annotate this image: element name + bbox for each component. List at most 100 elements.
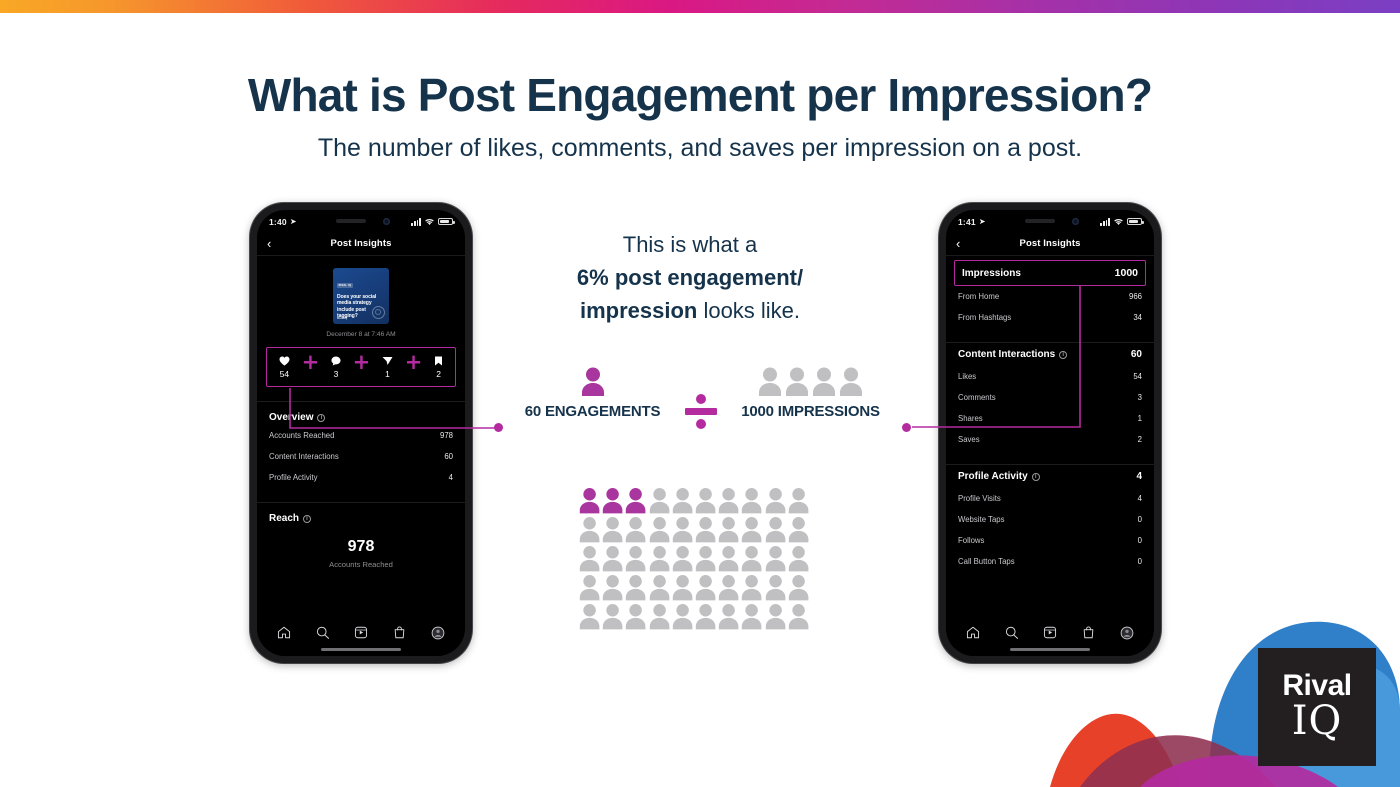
content-row-saves: Saves 2 (946, 429, 1154, 450)
profile-avatar-icon[interactable] (431, 626, 445, 645)
profile-activity-total: 4 (1136, 471, 1142, 482)
overview-row-accounts-reached: Accounts Reached 978 (257, 425, 465, 446)
heart-icon (279, 355, 290, 367)
person-icon-base (626, 604, 646, 630)
phone-right-screen: 1:41 ➤ ‹ Post Insights Impressions 1000 … (946, 210, 1154, 656)
reach-title-text: Reach (269, 513, 300, 524)
phone-notch (320, 213, 402, 230)
reach-section-title: Reach i (257, 503, 465, 526)
shop-icon[interactable] (1082, 626, 1095, 644)
metric-comments[interactable]: 3 (331, 355, 341, 380)
overview-title-text: Overview (269, 412, 314, 423)
person-icon-base (626, 546, 646, 572)
info-icon[interactable]: i (1059, 350, 1068, 359)
location-arrow-icon: ➤ (978, 217, 986, 226)
person-icon-base (788, 488, 809, 514)
reach-caption: Accounts Reached (329, 560, 393, 569)
explanation-text: This is what a 6% post engagement/ impre… (510, 228, 870, 327)
phone-mockup-left: 1:40 ➤ ‹ Post Insights RIVAL IQ Does you… (250, 203, 472, 663)
person-icon-base (765, 575, 785, 601)
content-row-likes: Likes 54 (946, 366, 1154, 387)
content-row-comments: Comments 3 (946, 387, 1154, 408)
search-icon[interactable] (1005, 626, 1019, 644)
shop-icon[interactable] (393, 626, 406, 644)
person-icon-grey (786, 367, 808, 396)
share-icon (382, 355, 393, 367)
signal-icon (411, 218, 421, 226)
metric-shares-value: 1 (385, 369, 390, 380)
person-icon-base (602, 546, 623, 572)
plus-operator-icon-2: + (352, 350, 371, 374)
person-icon-base (602, 517, 623, 543)
phone-left-screen: 1:40 ➤ ‹ Post Insights RIVAL IQ Does you… (257, 210, 465, 656)
person-icon-base (742, 517, 762, 543)
phone-notch-right (1009, 213, 1091, 230)
info-icon[interactable]: i (317, 413, 326, 422)
phone-left-tabbar (257, 622, 465, 656)
explanation-line-2: 6% post engagement/ (576, 265, 804, 290)
person-icon-base (695, 517, 716, 543)
explanation-line-3-bold: impression (579, 298, 698, 323)
rival-iq-logo: Rival IQ (1258, 648, 1376, 766)
person-icon-base (672, 517, 693, 543)
phone-left-header: ‹ Post Insights (257, 231, 465, 256)
profile-avatar-icon[interactable] (1120, 626, 1134, 645)
overview-row-content-interactions: Content Interactions 60 (257, 446, 465, 467)
profile-row-follows: Follows 0 (946, 530, 1154, 551)
person-icon-base (718, 517, 739, 543)
numerator-label: 60 ENGAGEMENTS (524, 403, 661, 420)
home-icon[interactable] (277, 626, 291, 644)
content-interactions-title: Content Interactions (958, 349, 1056, 360)
impressions-row-from-home: From Home 966 (946, 286, 1154, 307)
person-icon-base (695, 604, 716, 630)
reels-icon[interactable] (354, 626, 368, 644)
logo-line-1: Rival (1282, 669, 1352, 702)
denominator-label: 1000 IMPRESSIONS (741, 403, 880, 420)
phone-right-tabbar (946, 622, 1154, 656)
signal-icon (1100, 218, 1110, 226)
person-icon-base (742, 604, 762, 630)
person-icon-base (718, 546, 739, 572)
engagement-rate-equation: 60 ENGAGEMENTS 1000 IMPRESSIONS (500, 365, 900, 445)
row-value: 966 (1128, 292, 1142, 301)
home-indicator-right (1010, 648, 1090, 651)
metric-comments-value: 3 (333, 369, 339, 380)
info-icon[interactable]: i (1031, 472, 1040, 481)
person-icon-base (695, 575, 716, 601)
post-preview[interactable]: RIVAL IQ Does your social media strategy… (257, 256, 465, 338)
row-value: 54 (1133, 372, 1142, 381)
metric-shares[interactable]: 1 (382, 355, 393, 380)
person-icon-base (649, 575, 669, 601)
reels-icon[interactable] (1043, 626, 1057, 644)
person-icon-base (765, 546, 785, 572)
page-subtitle: The number of likes, comments, and saves… (317, 134, 1083, 162)
row-value: 4 (1137, 494, 1142, 503)
post-thumbnail-image[interactable]: RIVAL IQ Does your social media strategy… (333, 268, 389, 324)
phone-left-header-title: Post Insights (330, 237, 392, 249)
impressions-label: Impressions (962, 267, 1021, 279)
person-icon-grey (813, 367, 835, 396)
person-icon-base (695, 546, 716, 572)
row-label: Comments (958, 393, 996, 402)
info-icon[interactable]: i (303, 514, 312, 523)
row-label: Follows (958, 536, 985, 545)
home-icon[interactable] (966, 626, 980, 644)
metric-saves[interactable]: 2 (434, 355, 443, 379)
pictogram-row (578, 486, 810, 515)
person-icon-base (718, 604, 739, 630)
metric-likes[interactable]: 54 (279, 355, 290, 379)
post-thumb-tag: RIVAL IQ (337, 283, 353, 288)
connector-dot-right (902, 423, 911, 432)
divide-icon (685, 390, 717, 433)
phone-right-header: ‹ Post Insights (946, 231, 1154, 256)
phone-right-header-title: Post Insights (1019, 237, 1081, 249)
post-date: December 8 at 7:46 AM (326, 331, 396, 338)
search-icon[interactable] (316, 626, 330, 644)
person-icon-base (765, 604, 785, 630)
battery-icon (1127, 217, 1144, 226)
person-icon-base (788, 546, 809, 572)
row-label: Accounts Reached (269, 431, 335, 440)
row-value: 3 (1137, 393, 1142, 402)
profile-activity-title-wrap: Profile Activity i (958, 471, 1040, 482)
content-row-shares: Shares 1 (946, 408, 1154, 429)
